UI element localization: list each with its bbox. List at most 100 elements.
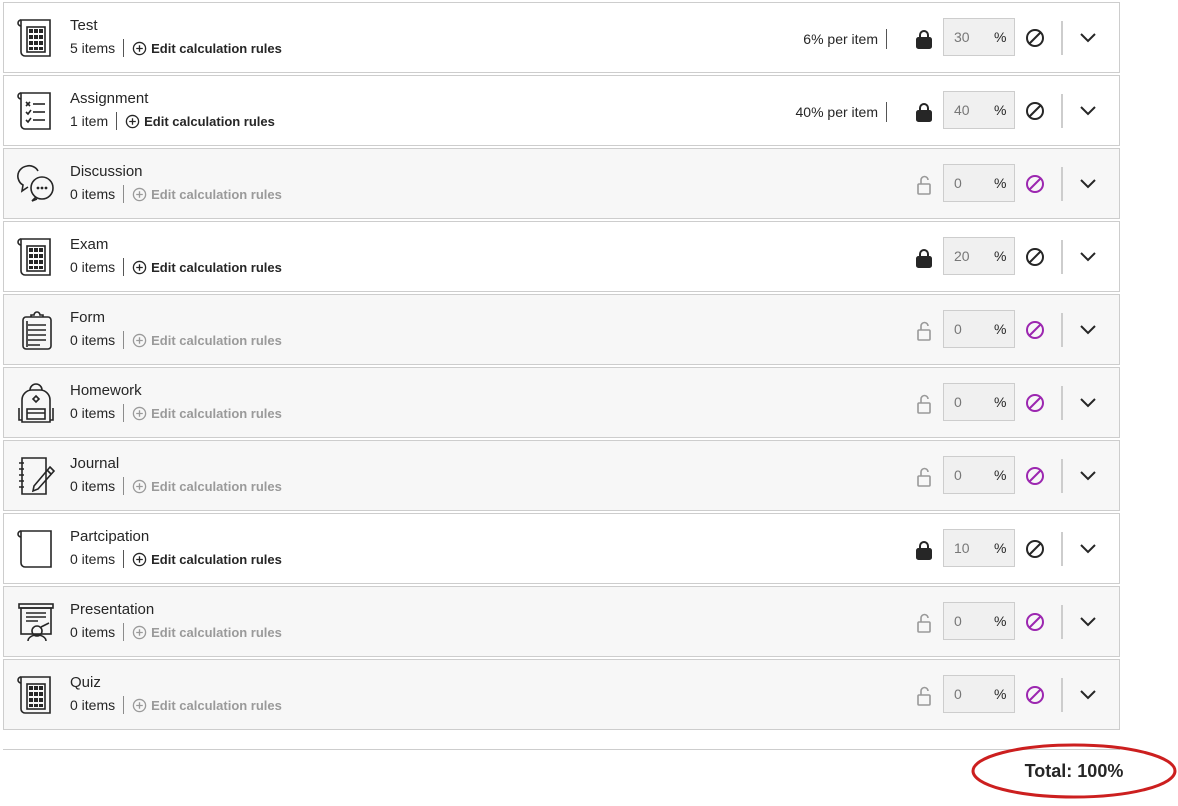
category-row: Quiz 0 items Edit calculation rules% [3, 659, 1120, 730]
category-name: Quiz [70, 674, 101, 691]
category-info: Partcipation 0 items Edit calculation rule… [70, 528, 282, 568]
lock-open-icon[interactable] [913, 685, 935, 707]
chevron-down-icon[interactable] [1076, 538, 1100, 560]
exclude-icon[interactable] [1024, 100, 1046, 122]
plus-circle-icon [132, 479, 151, 494]
separator [886, 102, 887, 122]
lock-closed-icon[interactable] [913, 539, 935, 561]
category-info: Quiz 0 items Edit calculation rules [70, 674, 282, 714]
separator [1061, 459, 1063, 493]
per-item-weight: 40% per item [796, 102, 887, 122]
category-meta: 0 items Edit calculation rules [70, 477, 282, 495]
separator [123, 550, 125, 568]
weight-input[interactable] [944, 311, 992, 347]
plus-circle-icon [132, 625, 151, 640]
chevron-down-icon[interactable] [1076, 100, 1100, 122]
exclude-icon[interactable] [1024, 319, 1046, 341]
chat-bubbles-icon [16, 163, 56, 205]
separator [123, 258, 125, 276]
weight-input[interactable] [944, 92, 992, 128]
edit-rules-label: Edit calculation rules [151, 478, 282, 494]
weight-input[interactable] [944, 384, 992, 420]
weight-field: % [943, 310, 1015, 348]
edit-rules-label: Edit calculation rules [151, 40, 282, 56]
weight-input[interactable] [944, 19, 992, 55]
separator [123, 404, 125, 422]
category-meta: 1 item Edit calculation rules [70, 112, 275, 130]
edit-rules-label: Edit calculation rules [151, 697, 282, 713]
edit-rules-label: Edit calculation rules [144, 113, 275, 129]
weight-input[interactable] [944, 603, 992, 639]
lock-closed-icon[interactable] [913, 247, 935, 269]
plus-circle-icon [132, 698, 151, 713]
exclude-icon[interactable] [1024, 246, 1046, 268]
edit-calculation-rules-button[interactable]: Edit calculation rules [132, 479, 282, 494]
weight-input[interactable] [944, 530, 992, 566]
category-meta: 0 items Edit calculation rules [70, 696, 282, 714]
separator [886, 29, 887, 49]
edit-rules-label: Edit calculation rules [151, 186, 282, 202]
chevron-down-icon[interactable] [1076, 27, 1100, 49]
edit-calculation-rules-button[interactable]: Edit calculation rules [132, 333, 282, 348]
separator [123, 623, 125, 641]
edit-calculation-rules-button[interactable]: Edit calculation rules [132, 406, 282, 421]
weight-field: % [943, 18, 1015, 56]
lock-closed-icon[interactable] [913, 101, 935, 123]
exclude-icon[interactable] [1024, 611, 1046, 633]
edit-calculation-rules-button[interactable]: Edit calculation rules [132, 260, 282, 275]
separator [1061, 386, 1063, 420]
edit-calculation-rules-button[interactable]: Edit calculation rules [132, 552, 282, 567]
edit-calculation-rules-button[interactable]: Edit calculation rules [132, 698, 282, 713]
lock-open-icon[interactable] [913, 393, 935, 415]
exclude-icon[interactable] [1024, 392, 1046, 414]
percent-symbol: % [994, 540, 1007, 556]
weight-input[interactable] [944, 457, 992, 493]
plus-circle-icon [132, 552, 151, 567]
separator [1061, 605, 1063, 639]
percent-symbol: % [994, 394, 1007, 410]
item-count: 0 items [70, 551, 116, 567]
chevron-down-icon[interactable] [1076, 246, 1100, 268]
calculator-icon [16, 674, 56, 716]
item-count: 0 items [70, 332, 116, 348]
weight-field: % [943, 602, 1015, 640]
exclude-icon[interactable] [1024, 538, 1046, 560]
weight-input[interactable] [944, 676, 992, 712]
category-row: Assignment 1 item Edit calculation rules 40… [3, 75, 1120, 146]
weight-input[interactable] [944, 165, 992, 201]
blank-page-icon [16, 528, 56, 570]
lock-open-icon[interactable] [913, 612, 935, 634]
per-item-label: 6% per item [803, 31, 878, 47]
category-name: Exam [70, 236, 109, 253]
total-summary: Total: 100% [970, 742, 1178, 800]
category-row: Exam 0 items Edit calculation rules% [3, 221, 1120, 292]
lock-open-icon[interactable] [913, 466, 935, 488]
chevron-down-icon[interactable] [1076, 611, 1100, 633]
lock-open-icon[interactable] [913, 320, 935, 342]
separator [123, 696, 125, 714]
edit-calculation-rules-button[interactable]: Edit calculation rules [125, 114, 275, 129]
exclude-icon[interactable] [1024, 27, 1046, 49]
chevron-down-icon[interactable] [1076, 173, 1100, 195]
chevron-down-icon[interactable] [1076, 465, 1100, 487]
lock-closed-icon[interactable] [913, 28, 935, 50]
separator [123, 477, 125, 495]
chevron-down-icon[interactable] [1076, 392, 1100, 414]
percent-symbol: % [994, 102, 1007, 118]
exclude-icon[interactable] [1024, 465, 1046, 487]
lock-open-icon[interactable] [913, 174, 935, 196]
clipboard-icon [16, 309, 56, 351]
chevron-down-icon[interactable] [1076, 319, 1100, 341]
weight-field: % [943, 237, 1015, 275]
edit-calculation-rules-button[interactable]: Edit calculation rules [132, 187, 282, 202]
weight-input[interactable] [944, 238, 992, 274]
category-meta: 0 items Edit calculation rules [70, 185, 282, 203]
edit-calculation-rules-button[interactable]: Edit calculation rules [132, 625, 282, 640]
item-count: 5 items [70, 40, 116, 56]
edit-calculation-rules-button[interactable]: Edit calculation rules [132, 41, 282, 56]
exclude-icon[interactable] [1024, 684, 1046, 706]
exclude-icon[interactable] [1024, 173, 1046, 195]
separator [1061, 21, 1063, 55]
chevron-down-icon[interactable] [1076, 684, 1100, 706]
per-item-weight: 6% per item [803, 29, 887, 49]
